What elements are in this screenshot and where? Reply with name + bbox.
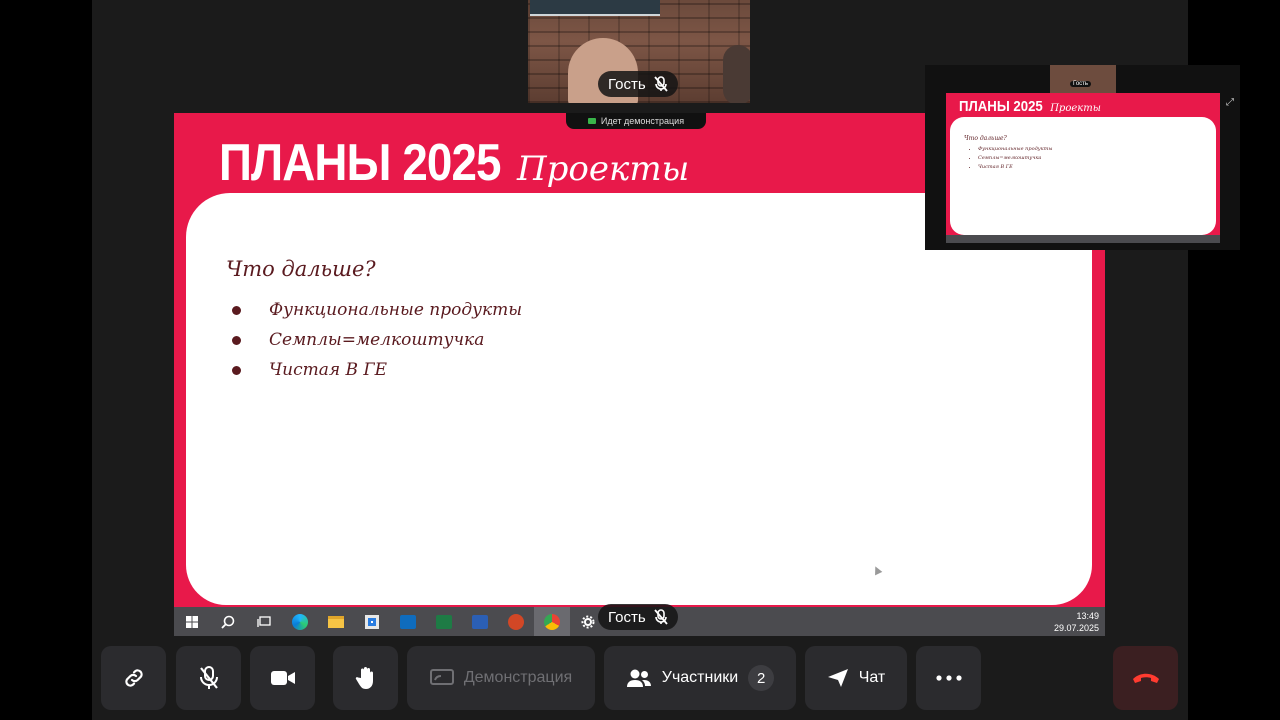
file-explorer-icon [318,607,354,636]
thumbnail-slide-title: ПЛАНЫ 2025 Проекты [959,98,1101,115]
bullet-dot-icon [232,365,241,375]
slide-title-sub: Проекты [517,149,690,189]
chat-label: Чат [858,669,886,686]
edge-icon [282,607,318,636]
screen-share-indicator: Идет демонстрация [566,113,706,129]
slide-bullet-text: Функциональные продукты [269,300,523,320]
thumbnail-name: Гость [1070,81,1092,87]
chrome-icon [534,607,570,636]
video-background-screen [530,0,660,16]
video-camera-icon [270,669,296,687]
send-icon [827,668,849,688]
hand-icon [355,666,377,690]
participant-name-pill: Гость [598,71,678,97]
mic-off-icon [653,76,668,92]
participant-video-secondary [723,45,750,103]
taskbar-date: 29.07.2025 [1053,623,1099,633]
link-icon [122,666,146,690]
slide-bullet-text: Семплы=мелкоштучка [269,330,485,350]
phone-hangup-icon [1131,671,1161,685]
copy-link-button[interactable] [101,646,166,710]
screen-share-icon [429,669,454,687]
search-icon [210,607,246,636]
task-view-icon [246,607,282,636]
camera-toggle-button[interactable] [250,646,315,710]
slide-bullet: Функциональные продукты [232,295,522,325]
self-view-thumbnail[interactable]: Гость ПЛАНЫ 2025 Проекты Что дальше? Фун… [925,65,1240,250]
slide-title-main: ПЛАНЫ 2025 [219,134,501,192]
screen-share-label: Идет демонстрация [600,116,685,126]
thumbnail-question: Что дальше? [964,135,1007,142]
taskbar-time: 13:49 [1076,611,1099,621]
slide-question: Что дальше? [226,257,376,281]
chat-button[interactable]: Чат [805,646,907,710]
mic-off-icon [653,609,668,625]
store-icon [354,607,390,636]
participants-label: Участники [661,669,739,686]
mic-off-icon [198,665,220,691]
slide-title: ПЛАНЫ 2025 Проекты [219,133,689,193]
thumbnail-title-sub: Проекты [1050,103,1101,114]
expand-icon[interactable]: ⤢ [1226,97,1234,108]
participant-name: Гость [608,75,646,93]
mouse-cursor-icon [871,564,883,576]
screen-share-button-label: Демонстрация [463,669,573,686]
presenter-name: Гость [608,608,646,626]
more-dots-icon [935,675,962,681]
slide-bullet-list: Функциональные продукты Семплы=мелкоштуч… [232,295,522,385]
thumbnail-slide: ПЛАНЫ 2025 Проекты Что дальше? Функциона… [946,93,1220,243]
bullet-dot-icon [232,335,241,345]
thumbnail-list-item: Функциональные продукты [978,145,1052,154]
screen-share-button[interactable]: Демонстрация [407,646,595,710]
participants-icon [626,668,652,688]
thumbnail-list-item: Семплы=мелкоштучка [978,154,1052,163]
more-options-button[interactable] [916,646,981,710]
microphone-toggle-button[interactable] [176,646,241,710]
powerpoint-icon [498,607,534,636]
outlook-icon [390,607,426,636]
slide-bullet: Чистая В ГЕ [232,355,522,385]
bullet-dot-icon [232,305,241,315]
thumbnail-list: Функциональные продукты Семплы=мелкоштуч… [970,145,1052,172]
presenter-name-pill: Гость [598,604,678,630]
thumbnail-video [1050,65,1116,93]
slide-bullet-text: Чистая В ГЕ [269,360,388,380]
thumbnail-title-main: ПЛАНЫ 2025 [959,98,1043,115]
windows-start-icon [174,607,210,636]
slide-bullet: Семплы=мелкоштучка [232,325,522,355]
participants-button[interactable]: Участники 2 [604,646,796,710]
excel-icon [426,607,462,636]
word-icon [462,607,498,636]
participants-count-badge: 2 [748,665,775,691]
slide-content-card: Что дальше? Функциональные продукты Семп… [186,193,1092,605]
taskbar-clock: 13:49 29.07.2025 [1054,610,1099,634]
screen-share-icon [587,118,596,124]
thumbnail-card: Что дальше? Функциональные продукты Семп… [950,117,1216,235]
raise-hand-button[interactable] [333,646,398,710]
thumbnail-list-item: Чистая В ГЕ [978,163,1052,172]
hang-up-button[interactable] [1113,646,1178,710]
thumbnail-taskbar [946,235,1220,243]
